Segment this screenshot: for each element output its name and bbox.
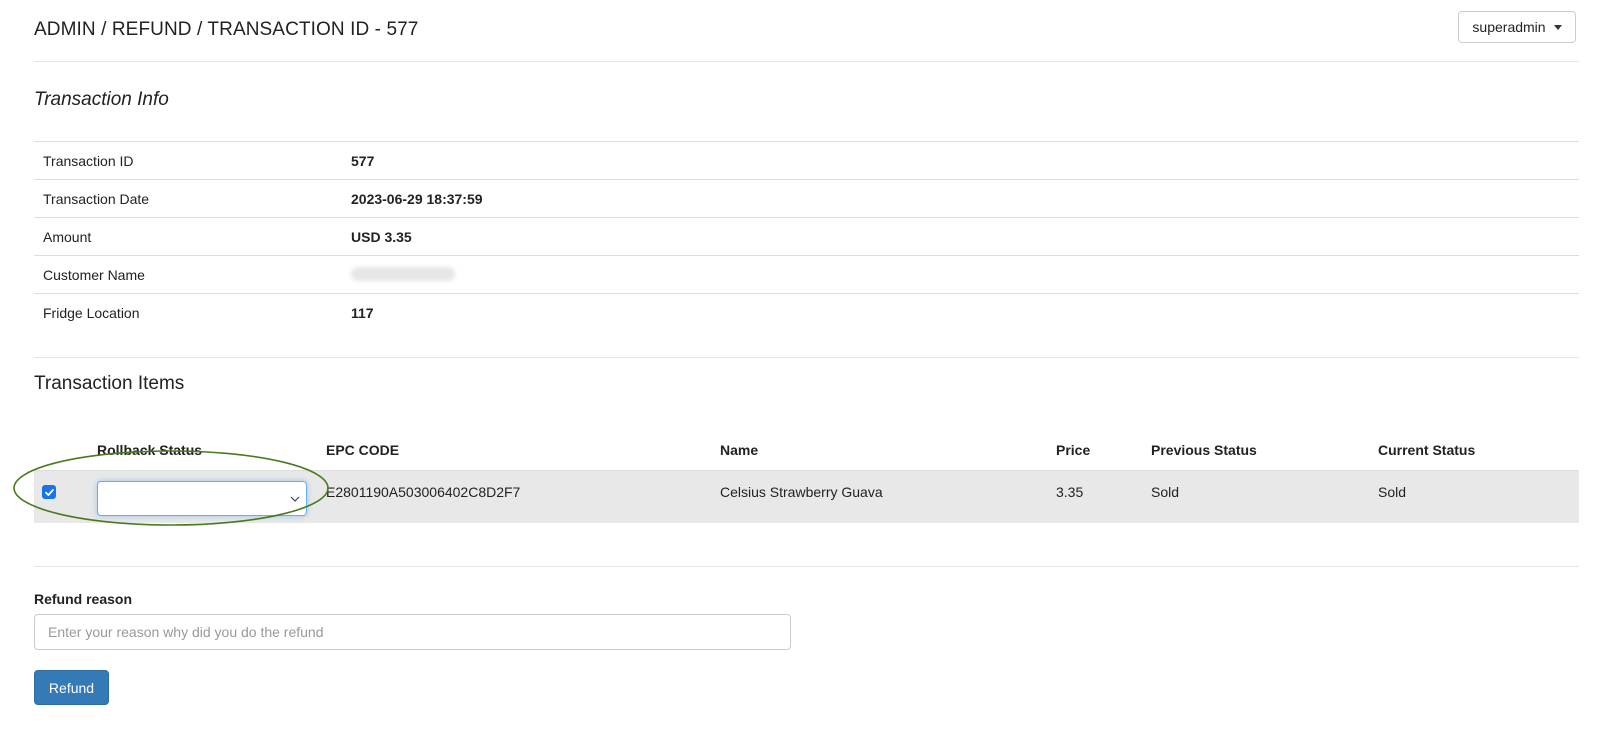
header-divider [34,61,1579,62]
refund-reason-label: Refund reason [34,591,133,607]
column-header-rollback-status: Rollback Status [97,442,203,458]
item-name-cell: Celsius Strawberry Guava [720,484,883,500]
user-menu-dropdown[interactable]: superadmin [1458,11,1576,43]
column-header-epc-code: EPC CODE [326,442,400,458]
user-menu-label: superadmin [1472,19,1546,35]
refund-reason-input[interactable] [34,614,791,650]
info-value: 2023-06-29 18:37:59 [351,191,483,207]
info-row-customer-name: Customer Name [34,255,1579,293]
column-header-previous-status: Previous Status [1151,442,1257,458]
section-divider [34,357,1579,358]
info-row-fridge-location: Fridge Location 117 [34,293,1579,331]
info-value: USD 3.35 [351,229,412,245]
column-header-price: Price [1056,442,1091,458]
info-label: Transaction ID [43,153,134,169]
info-label: Customer Name [43,267,145,283]
transaction-info-title: Transaction Info [34,89,169,110]
info-row-transaction-date: Transaction Date 2023-06-29 18:37:59 [34,179,1579,217]
caret-down-icon [1553,24,1562,30]
transaction-info-table: Transaction ID 577 Transaction Date 2023… [34,141,1579,331]
transaction-items-title: Transaction Items [34,373,185,394]
page-title: ADMIN / REFUND / TRANSACTION ID - 577 [34,19,419,40]
info-value: 577 [351,153,375,169]
current-status-cell: Sold [1378,484,1407,500]
column-header-current-status: Current Status [1378,442,1476,458]
column-header-name: Name [720,442,759,458]
row-select-checkbox[interactable] [42,485,56,499]
info-row-amount: Amount USD 3.35 [34,217,1579,255]
items-table-header: Rollback Status EPC CODE Name Price Prev… [34,440,1579,470]
rollback-status-select[interactable] [97,481,307,516]
chevron-down-icon [290,496,300,502]
redaction-blur [351,267,455,281]
info-label: Amount [43,229,92,245]
epc-code-cell: E2801190A503006402C8D2F7 [326,484,521,500]
info-value: 117 [351,305,374,321]
customer-name-redacted [351,267,455,284]
table-row: E2801190A503006402C8D2F7 Celsius Strawbe… [34,470,1579,523]
section-divider [34,566,1579,567]
check-icon [44,488,54,496]
price-cell: 3.35 [1056,484,1084,500]
info-label: Transaction Date [43,191,150,207]
info-row-transaction-id: Transaction ID 577 [34,141,1579,179]
previous-status-cell: Sold [1151,484,1180,500]
info-label: Fridge Location [43,305,140,321]
refund-button[interactable]: Refund [34,670,109,705]
